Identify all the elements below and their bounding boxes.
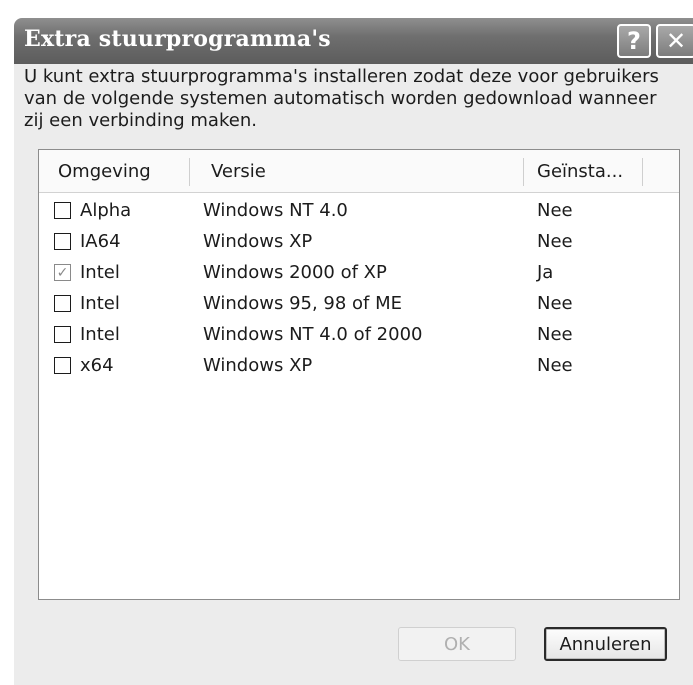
installed-cell: Nee bbox=[537, 200, 573, 221]
environment-cell: x64 bbox=[80, 355, 114, 376]
version-cell: Windows XP bbox=[203, 231, 313, 252]
version-cell: Windows NT 4.0 bbox=[203, 200, 348, 221]
version-cell: Windows 2000 of XP bbox=[203, 262, 387, 283]
description-text: U kunt extra stuurprogramma's installere… bbox=[24, 66, 659, 131]
environment-cell: Alpha bbox=[80, 200, 132, 221]
dialog-title: Extra stuurprogramma's bbox=[24, 26, 331, 52]
installed-cell: Nee bbox=[537, 293, 573, 314]
column-header-installed[interactable]: Geïnsta... bbox=[537, 161, 623, 182]
installed-cell: Nee bbox=[537, 355, 573, 376]
help-button[interactable]: ? bbox=[617, 24, 651, 58]
column-divider[interactable] bbox=[523, 158, 524, 186]
checkmark-icon: ✓ bbox=[56, 264, 69, 281]
installed-cell: Nee bbox=[537, 231, 573, 252]
version-cell: Windows 95, 98 of ME bbox=[203, 293, 403, 314]
list-header: Omgeving Versie Geïnsta... bbox=[39, 150, 679, 193]
column-header-environment[interactable]: Omgeving bbox=[58, 161, 151, 182]
table-row[interactable]: Intel Windows 95, 98 of ME Nee bbox=[39, 291, 679, 322]
driver-list[interactable]: Omgeving Versie Geïnsta... Alpha Windows… bbox=[38, 149, 680, 600]
table-row[interactable]: x64 Windows XP Nee bbox=[39, 353, 679, 384]
close-x-icon: ✕ bbox=[665, 27, 687, 55]
title-bar[interactable]: Extra stuurprogramma's ? ✕ bbox=[14, 18, 693, 64]
row-checkbox[interactable] bbox=[54, 295, 71, 312]
close-button[interactable]: ✕ bbox=[656, 24, 693, 58]
driver-dialog: Extra stuurprogramma's ? ✕ U kunt extra … bbox=[0, 0, 693, 685]
row-checkbox[interactable] bbox=[54, 202, 71, 219]
environment-cell: IA64 bbox=[80, 231, 121, 252]
column-divider[interactable] bbox=[189, 158, 190, 186]
row-checkbox[interactable] bbox=[54, 233, 71, 250]
row-checkbox[interactable]: ✓ bbox=[54, 264, 71, 281]
column-header-version[interactable]: Versie bbox=[211, 161, 266, 182]
environment-cell: Intel bbox=[80, 262, 120, 283]
installed-cell: Nee bbox=[537, 324, 573, 345]
table-row[interactable]: Intel Windows NT 4.0 of 2000 Nee bbox=[39, 322, 679, 353]
table-row[interactable]: IA64 Windows XP Nee bbox=[39, 229, 679, 260]
table-row[interactable]: ✓ Intel Windows 2000 of XP Ja bbox=[39, 260, 679, 291]
version-cell: Windows NT 4.0 of 2000 bbox=[203, 324, 423, 345]
table-row[interactable]: Alpha Windows NT 4.0 Nee bbox=[39, 198, 679, 229]
row-checkbox[interactable] bbox=[54, 357, 71, 374]
cancel-button[interactable]: Annuleren bbox=[544, 627, 667, 661]
ok-button[interactable]: OK bbox=[398, 627, 516, 661]
column-divider[interactable] bbox=[642, 158, 643, 186]
environment-cell: Intel bbox=[80, 324, 120, 345]
environment-cell: Intel bbox=[80, 293, 120, 314]
row-checkbox[interactable] bbox=[54, 326, 71, 343]
version-cell: Windows XP bbox=[203, 355, 313, 376]
installed-cell: Ja bbox=[537, 262, 554, 283]
help-question-icon: ? bbox=[627, 27, 641, 55]
